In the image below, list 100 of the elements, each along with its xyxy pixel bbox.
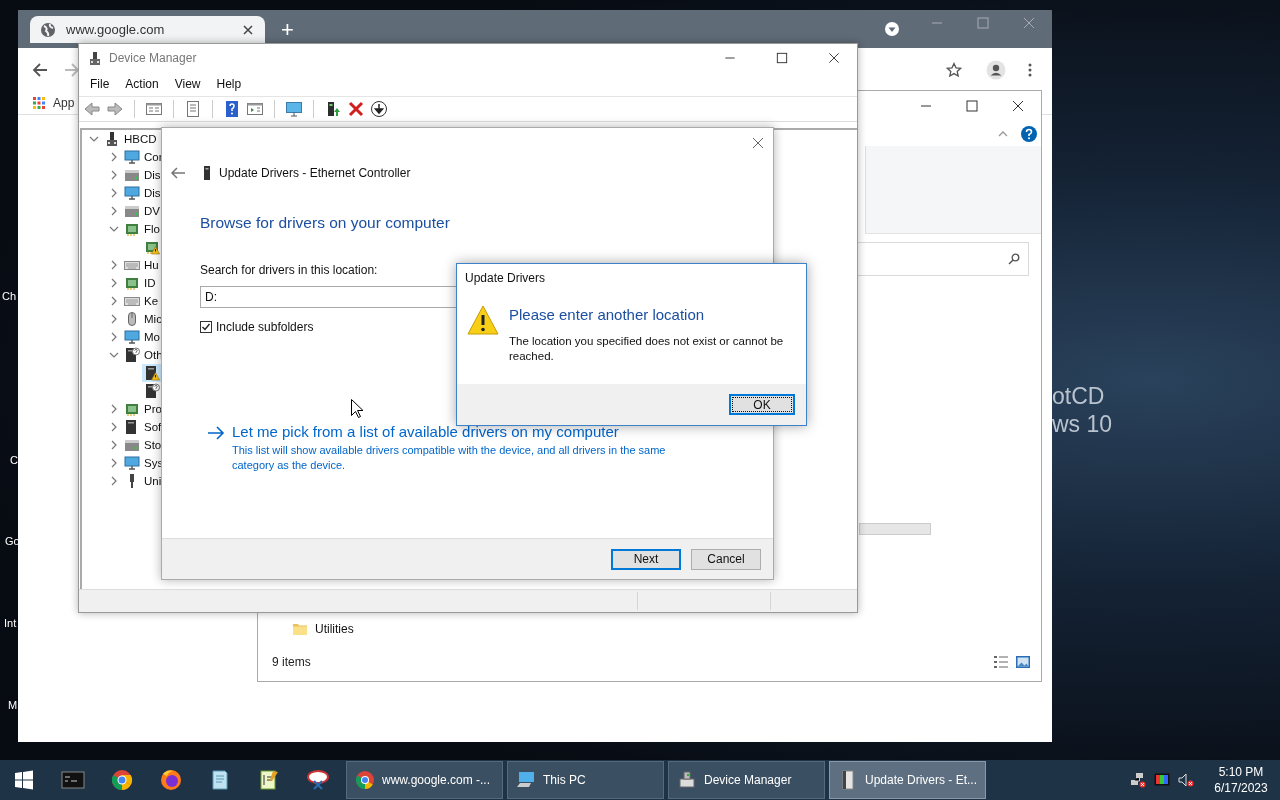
chevron-right-icon[interactable]	[109, 206, 119, 216]
tower-icon[interactable]	[142, 364, 162, 382]
menu-item[interactable]: Action	[125, 77, 159, 91]
window-title: Device Manager	[109, 51, 197, 65]
tree-item[interactable]: Sof	[122, 418, 164, 436]
terminal-icon[interactable]	[60, 768, 85, 792]
forward-arrow-icon[interactable]	[64, 62, 80, 78]
scissors-icon[interactable]	[305, 768, 330, 792]
profile-icon[interactable]	[986, 60, 1006, 80]
item-count: 9 items	[272, 655, 311, 669]
desktop-icon-label: M	[8, 699, 18, 711]
bookmark-link[interactable]: App	[33, 96, 75, 110]
wallpaper-text: ws 10	[1052, 410, 1113, 438]
taskbar-button[interactable]: Device Manager	[668, 761, 825, 799]
desktop-icon-label: C	[10, 454, 18, 466]
forward-arrow-icon[interactable]	[106, 100, 124, 118]
tree-item[interactable]: Ke	[122, 292, 161, 310]
capacity-bar	[859, 523, 931, 535]
network-disconnected-icon[interactable]	[1130, 772, 1146, 788]
back-arrow-icon[interactable]	[32, 62, 48, 78]
console-tree-icon[interactable]	[145, 100, 163, 118]
chevron-right-icon[interactable]	[109, 296, 119, 306]
wallpaper-text: otCD	[1052, 382, 1106, 410]
dialog-button[interactable]: Cancel	[691, 548, 761, 570]
tree-item[interactable]: Sto	[122, 436, 164, 454]
tree-item[interactable]: ID	[122, 274, 158, 292]
chevron-right-icon[interactable]	[109, 404, 119, 414]
folder-item[interactable]: Utilities	[292, 621, 1041, 637]
tree-item[interactable]: Mic	[122, 310, 164, 328]
taskbar-button[interactable]: Update Drivers - Et...	[829, 761, 986, 799]
tree-item[interactable]: Dis	[122, 166, 163, 184]
chevron-down-icon[interactable]	[109, 224, 119, 234]
speaker-muted-icon[interactable]	[1178, 772, 1194, 788]
ok-button[interactable]: OK	[729, 394, 795, 415]
download-icon[interactable]	[370, 100, 388, 118]
color-display-icon[interactable]	[1154, 772, 1170, 788]
close-icon[interactable]	[243, 24, 253, 35]
chevron-right-icon[interactable]	[109, 476, 119, 486]
monitor-icon[interactable]	[285, 100, 303, 118]
chevron-right-icon[interactable]	[109, 332, 119, 342]
globe-icon	[40, 21, 56, 38]
chevron-right-icon[interactable]	[109, 152, 119, 162]
message-text: The location you specified does not exist or cannot be reached.	[509, 334, 785, 364]
search-icon	[1008, 253, 1020, 265]
star-icon[interactable]	[946, 62, 962, 78]
large-icons-view-icon[interactable]	[1015, 654, 1031, 670]
chevron-down-icon[interactable]	[89, 134, 99, 144]
dialog-title: Update Drivers	[465, 271, 546, 285]
desktop-icon-label: Int	[4, 617, 17, 629]
tree-item[interactable]: DV	[122, 202, 162, 220]
chevron-right-icon[interactable]	[109, 188, 119, 198]
include-subfolders-checkbox[interactable]: Include subfolders	[200, 320, 314, 334]
tree-item[interactable]: Flo	[122, 220, 162, 238]
tree-item[interactable]: Hu	[122, 256, 161, 274]
chevron-right-icon[interactable]	[109, 422, 119, 432]
tree-item[interactable]: Cor	[122, 148, 165, 166]
warning-icon	[467, 305, 499, 335]
delete-icon[interactable]	[347, 100, 365, 118]
device-manager-icon	[87, 50, 103, 66]
menu-item[interactable]: View	[174, 77, 201, 91]
close-icon[interactable]	[752, 137, 764, 149]
desktop-icon-label: Ch	[2, 290, 17, 302]
details-view-icon[interactable]	[993, 654, 1009, 670]
taskbar-button[interactable]: This PC	[507, 761, 664, 799]
tree-item[interactable]: HBCD	[102, 130, 159, 148]
clock[interactable]: 5:10 PM 6/17/2023	[1202, 764, 1280, 796]
chrome-icon[interactable]	[109, 768, 134, 792]
dialog-button[interactable]: Next	[611, 548, 681, 570]
chevron-right-icon[interactable]	[109, 260, 119, 270]
menu-item[interactable]: File	[90, 77, 110, 91]
tree-item[interactable]: Dis	[122, 184, 163, 202]
apps-grid-icon	[33, 97, 45, 109]
field-label: Search for drivers in this location:	[200, 263, 379, 277]
chevron-right-icon[interactable]	[109, 278, 119, 288]
chevron-right-icon[interactable]	[109, 170, 119, 180]
back-arrow-icon[interactable]	[170, 165, 186, 181]
chevron-right-icon[interactable]	[109, 458, 119, 468]
driver-list-link[interactable]: Let me pick from a list of available drivers on my computer	[232, 422, 668, 442]
computer-icon	[516, 770, 536, 790]
tree-item[interactable]: Uni	[122, 472, 164, 490]
dropdown-icon[interactable]	[884, 21, 900, 37]
tree-item[interactable]: Pro	[122, 400, 164, 418]
chrome-icon	[355, 770, 375, 790]
chevron-right-icon[interactable]	[109, 314, 119, 324]
tree-item[interactable]: Mo	[122, 328, 162, 346]
help-icon[interactable]	[1021, 125, 1037, 142]
new-tab-button[interactable]: +	[281, 16, 294, 44]
link-description: This list will show available drivers compatible with the device, and all drivers in the same category as the device.	[232, 443, 667, 473]
message-heading: Please enter another location	[509, 305, 706, 325]
cursor-icon	[351, 399, 363, 418]
chevron-right-icon[interactable]	[109, 440, 119, 450]
chevron-down-icon[interactable]	[109, 350, 119, 360]
firefox-icon[interactable]	[158, 768, 183, 792]
properties-icon[interactable]	[184, 100, 202, 118]
help-icon[interactable]	[223, 100, 241, 118]
action-pane-icon[interactable]	[246, 100, 264, 118]
menu-item[interactable]: Help	[216, 77, 242, 91]
checkmark-icon	[201, 322, 211, 332]
browser-tab[interactable]: www.google.com	[30, 16, 265, 43]
taskbar-button[interactable]: www.google.com -...	[346, 761, 503, 799]
